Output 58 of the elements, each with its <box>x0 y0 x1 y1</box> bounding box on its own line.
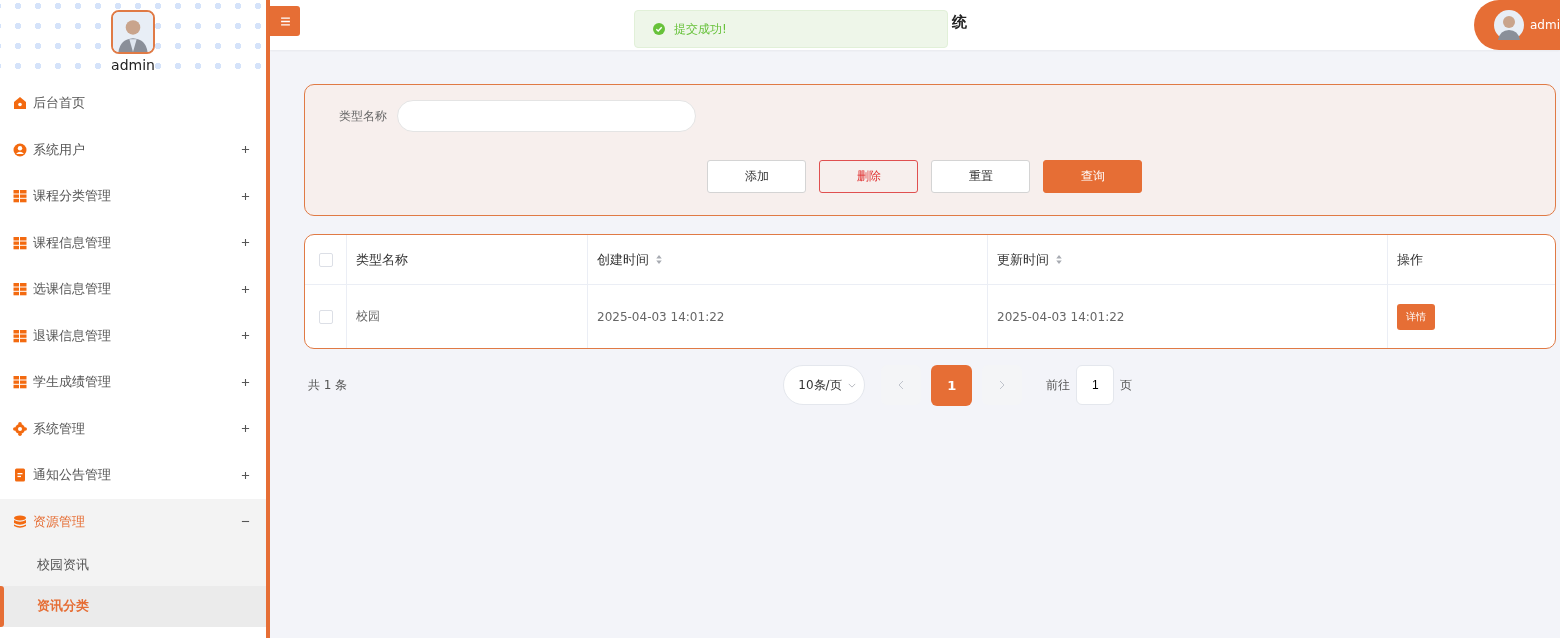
sort-icon[interactable] <box>1055 254 1063 265</box>
grid-icon <box>13 282 27 297</box>
field-label: 类型名称 <box>339 108 387 124</box>
menu-item[interactable]: 系统管理 <box>0 405 266 452</box>
plus-icon <box>241 470 250 480</box>
chevron-left-icon <box>898 380 905 390</box>
gear-icon <box>13 421 27 436</box>
menu-icon <box>279 15 291 27</box>
action-button[interactable]: 添加 <box>707 160 806 193</box>
plus-icon <box>241 145 250 155</box>
document-icon <box>13 468 27 483</box>
database-icon <box>13 514 27 529</box>
user-icon <box>13 142 27 157</box>
menu-item[interactable]: 课程分类管理 <box>0 173 266 220</box>
delete-button[interactable]: 删除 <box>819 160 918 193</box>
plus-icon <box>241 424 250 434</box>
plus-icon <box>241 331 250 341</box>
page-title: 统 <box>952 13 967 32</box>
sort-icon[interactable] <box>655 254 663 265</box>
table-cell: 校园 <box>356 308 380 325</box>
plus-icon <box>241 238 250 248</box>
column-header: 类型名称 <box>356 250 408 269</box>
column-header: 操作 <box>1397 250 1423 269</box>
checkbox[interactable] <box>318 252 333 267</box>
plus-icon <box>241 191 250 201</box>
table-cell: 2025-04-03 14:01:22 <box>997 309 1125 324</box>
menu-button[interactable] <box>270 6 300 36</box>
grid-icon <box>13 375 27 390</box>
column-header: 更新时间 <box>997 250 1049 269</box>
menu-item[interactable]: 后台首页 <box>0 80 266 127</box>
menu-item[interactable]: 系统用户 <box>0 126 266 173</box>
chevron-down-icon <box>848 382 857 388</box>
user-name: admin <box>111 57 155 73</box>
total-count: 共 1 条 <box>308 376 348 394</box>
goto-label: 前往 <box>1046 376 1071 394</box>
menu-item[interactable]: 课程信息管理 <box>0 219 266 266</box>
page-size-select[interactable]: 10条/页 <box>783 365 866 405</box>
page-input[interactable]: 1 <box>1076 365 1115 405</box>
grid-icon <box>13 189 27 204</box>
chevron-right-icon <box>999 380 1006 390</box>
check-circle-icon <box>653 23 665 35</box>
menu-item[interactable]: 退课信息管理 <box>0 312 266 359</box>
toast-message: 提交成功! <box>674 20 727 38</box>
menu-item[interactable]: 学生成绩管理 <box>0 359 266 406</box>
input-field[interactable] <box>397 100 696 132</box>
plus-icon <box>241 284 250 294</box>
menu-item[interactable]: 选课信息管理 <box>0 266 266 313</box>
home-icon <box>13 96 27 111</box>
page-suffix: 页 <box>1120 376 1133 394</box>
submenu-item[interactable]: 校园资讯 <box>0 545 266 586</box>
grid-icon <box>13 328 27 343</box>
plus-icon <box>241 377 250 387</box>
menu-item[interactable]: 通知公告管理 <box>0 452 266 499</box>
grid-icon <box>13 235 27 250</box>
table-cell: 2025-04-03 14:01:22 <box>597 309 725 324</box>
column-header: 创建时间 <box>597 250 649 269</box>
checkbox[interactable] <box>318 309 333 324</box>
action-button[interactable]: 重置 <box>931 160 1030 193</box>
